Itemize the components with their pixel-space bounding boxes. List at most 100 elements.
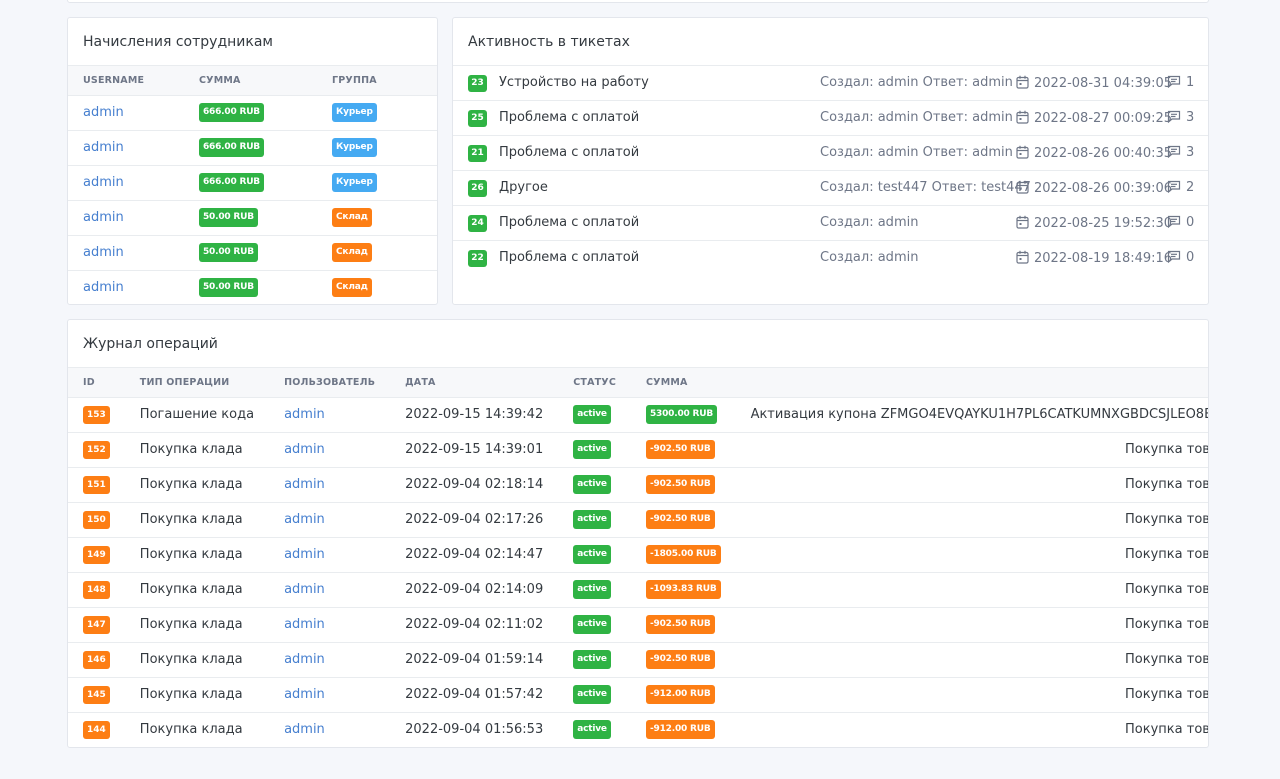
ticket-row[interactable]: 23 Устройство на работу Создал: admin Отве…: [453, 66, 1208, 101]
ticket-meta: Создал: admin Ответ: admin: [820, 75, 1013, 90]
amount-badge: 50.00 RUB: [199, 243, 258, 262]
ticket-comment-count: 0: [1186, 215, 1195, 230]
calendar-icon: [1016, 75, 1034, 91]
operation-comment: Покупка товара: [735, 537, 1208, 573]
status-badge: active: [573, 650, 611, 669]
operation-date: 2022-09-04 02:18:14: [390, 467, 559, 503]
calendar-icon: [1016, 215, 1034, 231]
ticket-subject[interactable]: Проблема с оплатой: [499, 250, 639, 265]
operation-date: 2022-09-04 01:57:42: [390, 677, 559, 713]
ticket-row[interactable]: 24 Проблема с оплатой Создал: admin 2022-08…: [453, 206, 1208, 241]
ticket-comment-count: 3: [1186, 145, 1195, 160]
ticket-comment-count: 2: [1186, 180, 1195, 195]
user-link[interactable]: admin: [284, 617, 325, 632]
comment-icon: [1167, 145, 1186, 160]
user-link[interactable]: admin: [284, 652, 325, 667]
column-header: ТИП ОПЕРАЦИИ: [124, 368, 270, 398]
operation-id-badge: 153: [83, 405, 110, 424]
ticket-id-badge: 25: [468, 110, 487, 127]
ticket-row[interactable]: 21 Проблема с оплатой Создал: admin Ответ:…: [453, 136, 1208, 171]
amount-badge: -912.00 RUB: [646, 685, 715, 704]
ticket-id-badge: 23: [468, 75, 487, 92]
ticket-list: 23 Устройство на работу Создал: admin Отве…: [453, 66, 1208, 276]
ticket-date-text: 2022-08-19 18:49:16: [1034, 251, 1173, 266]
status-badge: active: [573, 720, 611, 740]
username-link[interactable]: admin: [83, 175, 124, 190]
ticket-meta: Создал: admin: [820, 215, 919, 230]
salary-card: Начисления сотрудникам USERNAME СУММА ГР…: [67, 17, 438, 305]
ticket-row[interactable]: 25 Проблема с оплатой Создал: admin Ответ:…: [453, 101, 1208, 136]
amount-badge: 5300.00 RUB: [646, 405, 718, 424]
ticket-meta: Создал: admin Ответ: admin: [820, 110, 1013, 125]
ticket-date: 2022-08-26 00:39:06: [1016, 180, 1172, 196]
table-row: admin 50.00 RUB Склад: [68, 270, 437, 304]
username-link[interactable]: admin: [83, 245, 124, 260]
ticket-comment-count: 1: [1186, 75, 1195, 90]
table-row: 148 Покупка клада admin 2022-09-04 02:14:09…: [68, 572, 1208, 608]
ticket-comments: 2: [1167, 180, 1194, 195]
table-row: admin 50.00 RUB Склад: [68, 235, 437, 271]
user-link[interactable]: admin: [284, 547, 325, 562]
username-link[interactable]: admin: [83, 210, 124, 225]
table-row: 146 Покупка клада admin 2022-09-04 01:59:14…: [68, 642, 1208, 678]
operation-comment: Покупка товара: [735, 677, 1208, 713]
ticket-id-badge: 24: [468, 215, 487, 232]
username-link[interactable]: admin: [83, 105, 124, 120]
amount-badge: -902.50 RUB: [646, 510, 715, 529]
operation-id-badge: 147: [83, 615, 110, 634]
operation-comment: Покупка товара: [1125, 722, 1209, 738]
group-badge: Склад: [332, 278, 372, 298]
previous-card-edge: [67, 0, 1209, 3]
ticket-subject[interactable]: Проблема с оплатой: [499, 145, 639, 160]
operation-comment: Покупка товара: [735, 502, 1208, 538]
ticket-comment-count: 3: [1186, 110, 1195, 125]
salary-table: USERNAME СУММА ГРУППА admin 666.00 RUB Кур…: [68, 66, 437, 304]
operation-date: 2022-09-15 14:39:42: [390, 397, 559, 433]
ticket-date: 2022-08-31 04:39:05: [1016, 75, 1172, 91]
operation-date: 2022-09-04 02:14:47: [390, 537, 559, 573]
amount-badge: 50.00 RUB: [199, 208, 258, 227]
username-link[interactable]: admin: [83, 280, 124, 295]
operation-comment: Покупка товара: [735, 467, 1208, 503]
user-link[interactable]: admin: [284, 582, 325, 597]
comment-icon: [1167, 215, 1186, 230]
user-link[interactable]: admin: [284, 722, 325, 737]
operation-comment: Покупка товара: [735, 572, 1208, 608]
operation-type: Покупка клада: [124, 502, 270, 538]
operation-type: Покупка клада: [124, 572, 270, 608]
ticket-subject[interactable]: Проблема с оплатой: [499, 215, 639, 230]
ticket-date: 2022-08-25 19:52:30: [1016, 215, 1172, 231]
status-badge: active: [573, 685, 611, 704]
calendar-icon: [1016, 250, 1034, 266]
ticket-subject[interactable]: Устройство на работу: [499, 75, 649, 90]
ticket-subject[interactable]: Другое: [499, 180, 548, 195]
amount-badge: -912.00 RUB: [646, 720, 715, 740]
ticket-row[interactable]: 26 Другое Создал: test447 Ответ: test447 20…: [453, 171, 1208, 206]
username-link[interactable]: admin: [83, 140, 124, 155]
tickets-card-title: Активность в тикетах: [453, 18, 1208, 66]
user-link[interactable]: admin: [284, 442, 325, 457]
user-link[interactable]: admin: [284, 512, 325, 527]
group-badge: Склад: [332, 208, 372, 227]
amount-badge: 666.00 RUB: [199, 138, 264, 157]
column-header: [735, 368, 1208, 398]
ticket-date-text: 2022-08-27 00:09:25: [1034, 111, 1173, 126]
ticket-subject[interactable]: Проблема с оплатой: [499, 110, 639, 125]
user-link[interactable]: admin: [284, 407, 325, 422]
column-header: СУММА: [184, 66, 317, 96]
operation-type: Покупка клада: [124, 677, 270, 713]
group-badge: Курьер: [332, 173, 377, 192]
group-badge: Курьер: [332, 138, 377, 157]
operation-id-badge: 150: [83, 510, 110, 529]
operation-id-badge: 144: [83, 720, 110, 739]
ticket-date-text: 2022-08-25 19:52:30: [1034, 216, 1173, 231]
table-row: 147 Покупка клада admin 2022-09-04 02:11:02…: [68, 607, 1208, 643]
comment-icon: [1167, 250, 1186, 265]
amount-badge: 50.00 RUB: [199, 278, 258, 298]
user-link[interactable]: admin: [284, 687, 325, 702]
ticket-row[interactable]: 22 Проблема с оплатой Создал: admin 2022-08…: [453, 241, 1208, 276]
journal-card: Журнал операций ID ТИП ОПЕРАЦИИ ПОЛЬЗОВА…: [67, 319, 1209, 748]
ticket-comments: 3: [1167, 145, 1194, 160]
calendar-icon: [1016, 110, 1034, 126]
user-link[interactable]: admin: [284, 477, 325, 492]
